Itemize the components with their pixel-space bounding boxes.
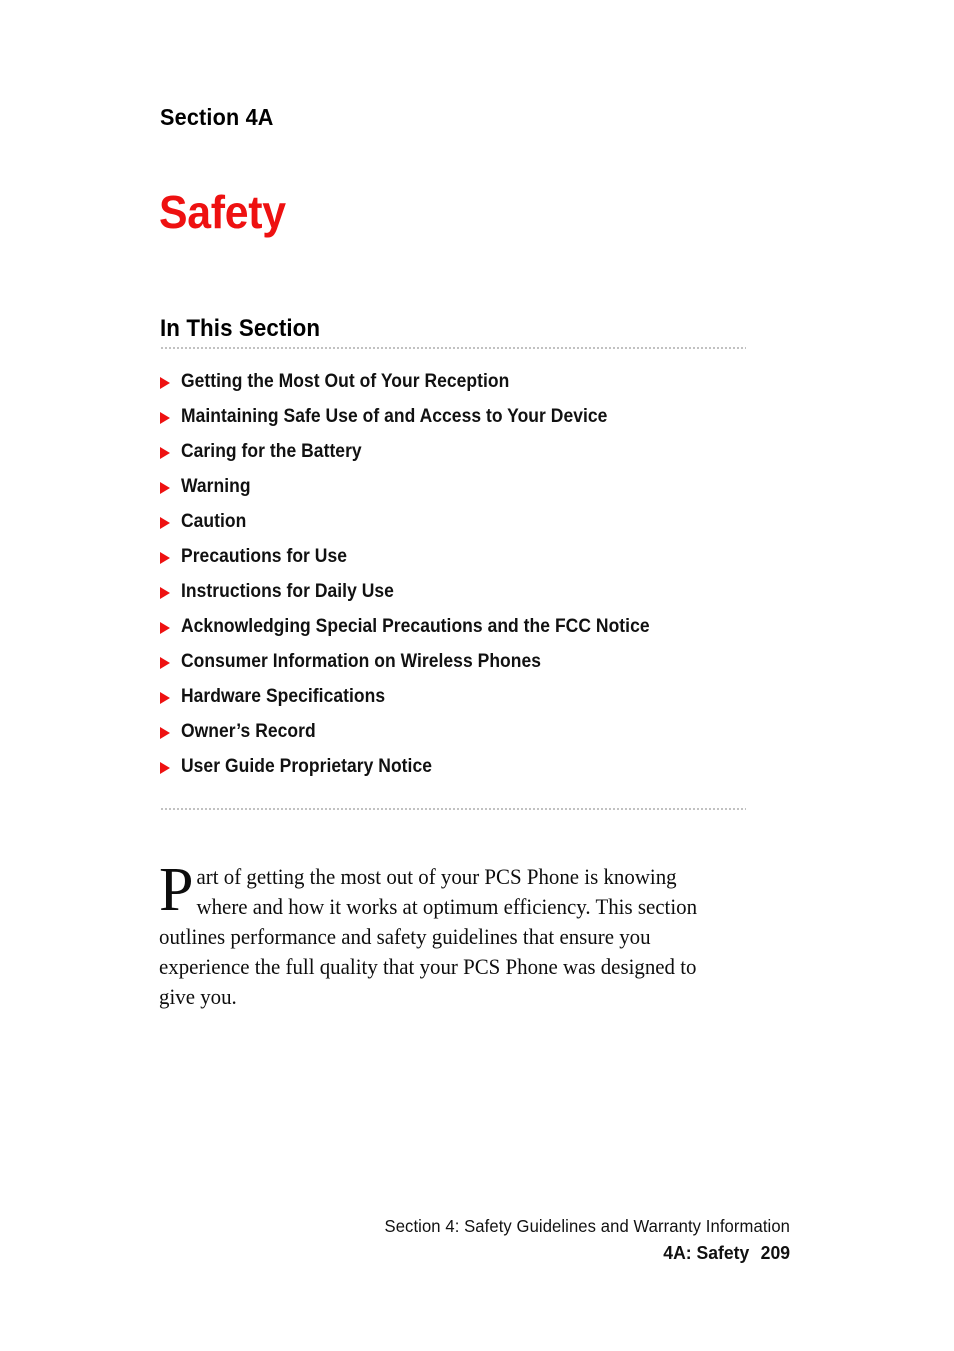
triangle-bullet-icon (160, 657, 170, 669)
triangle-bullet-icon (160, 482, 170, 494)
list-item[interactable]: Caution (160, 510, 780, 545)
list-item[interactable]: Consumer Information on Wireless Phones (160, 650, 780, 685)
triangle-bullet-icon (160, 377, 170, 389)
list-item[interactable]: Acknowledging Special Precautions and th… (160, 615, 780, 650)
list-item[interactable]: Hardware Specifications (160, 685, 780, 720)
list-item[interactable]: User Guide Proprietary Notice (160, 755, 780, 790)
page-number: 209 (760, 1242, 790, 1263)
triangle-bullet-icon (160, 587, 170, 599)
triangle-bullet-icon (160, 692, 170, 704)
table-of-contents-list: Getting the Most Out of Your Reception M… (160, 370, 780, 790)
intro-body-text: art of getting the most out of your PCS … (159, 864, 698, 1009)
triangle-bullet-icon (160, 762, 170, 774)
section-label: Section 4A (160, 104, 274, 130)
footer-chapter-line: 4A: Safety 209 (220, 1240, 790, 1266)
list-item-label: Caution (181, 511, 247, 532)
divider-bottom (160, 808, 746, 810)
triangle-bullet-icon (160, 552, 170, 564)
list-item-label: Getting the Most Out of Your Reception (181, 371, 510, 392)
list-item-label: Owner’s Record (181, 721, 316, 742)
document-page: Section 4A Safety In This Section Gettin… (0, 0, 954, 1351)
page-footer: Section 4: Safety Guidelines and Warrant… (190, 1214, 790, 1266)
list-item-label: Precautions for Use (181, 546, 348, 567)
triangle-bullet-icon (160, 447, 170, 459)
list-item-label: Warning (181, 476, 251, 497)
list-item[interactable]: Warning (160, 475, 780, 510)
list-item[interactable]: Maintaining Safe Use of and Access to Yo… (160, 405, 780, 440)
list-item[interactable]: Instructions for Daily Use (160, 580, 780, 615)
list-item-label: Maintaining Safe Use of and Access to Yo… (181, 406, 608, 427)
list-item-label: Acknowledging Special Precautions and th… (181, 616, 650, 637)
in-this-section-heading: In This Section (160, 315, 321, 342)
list-item[interactable]: Getting the Most Out of Your Reception (160, 370, 780, 405)
list-item-label: Instructions for Daily Use (181, 581, 394, 602)
list-item-label: User Guide Proprietary Notice (181, 756, 432, 777)
triangle-bullet-icon (160, 517, 170, 529)
intro-paragraph: P art of getting the most out of your PC… (159, 859, 759, 1012)
list-item-label: Hardware Specifications (181, 686, 386, 707)
footer-section-title: Section 4: Safety Guidelines and Warrant… (384, 1216, 790, 1236)
list-item[interactable]: Precautions for Use (160, 545, 780, 580)
triangle-bullet-icon (160, 412, 170, 424)
list-item[interactable]: Owner’s Record (160, 720, 780, 755)
list-item-label: Caring for the Battery (181, 441, 362, 462)
list-item-label: Consumer Information on Wireless Phones (181, 651, 542, 672)
list-item[interactable]: Caring for the Battery (160, 440, 780, 475)
divider-top (160, 347, 746, 349)
triangle-bullet-icon (160, 622, 170, 634)
page-title: Safety (159, 186, 286, 238)
footer-chapter-label: 4A: Safety (663, 1242, 750, 1263)
triangle-bullet-icon (160, 727, 170, 739)
